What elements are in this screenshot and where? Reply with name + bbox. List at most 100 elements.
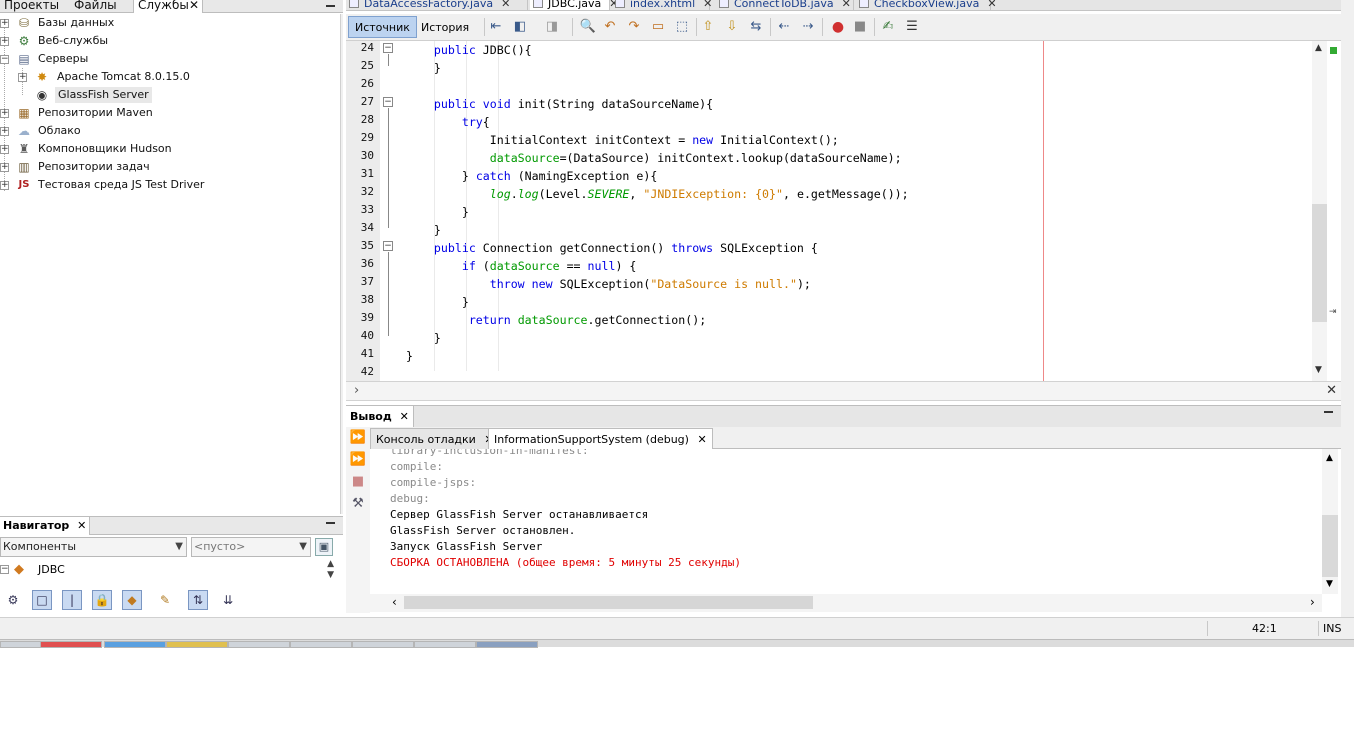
- editor-tab-selected[interactable]: JDBC.java ✕: [530, 0, 619, 10]
- close-icon[interactable]: ✕: [400, 410, 409, 423]
- settings-icon[interactable]: ⚒: [349, 495, 367, 513]
- tree-item-task-repos[interactable]: + ▥ Репозитории задач: [0, 158, 343, 176]
- fold-icon[interactable]: −: [383, 97, 393, 107]
- editor-tab[interactable]: CheckboxView.java ✕: [856, 0, 997, 10]
- find-selection-icon[interactable]: ▭: [648, 17, 668, 37]
- fold-icon[interactable]: −: [383, 241, 393, 251]
- expand-icon[interactable]: +: [0, 19, 9, 28]
- components-combo[interactable]: Компоненты ▼: [0, 537, 187, 557]
- tree-item-js-test-driver[interactable]: + JS Тестовая среда JS Test Driver: [0, 176, 343, 194]
- filter-icon[interactable]: ▣: [315, 538, 333, 556]
- output-console[interactable]: library-inclusion-in-manifest: compile: co…: [370, 449, 1322, 594]
- scroll-up-icon[interactable]: ▲: [1315, 43, 1322, 53]
- fold-icon[interactable]: −: [383, 43, 393, 53]
- minimize-icon[interactable]: [326, 5, 335, 7]
- sort-by-source-icon[interactable]: ⇊: [218, 590, 238, 610]
- previous-bookmark-icon[interactable]: ⇧: [698, 17, 718, 37]
- expand-icon[interactable]: +: [18, 73, 27, 82]
- tree-item-tomcat[interactable]: + ✸ Apache Tomcat 8.0.15.0: [0, 68, 343, 86]
- empty-combo[interactable]: <пусто> ▼: [191, 537, 311, 557]
- tab-information-support-system[interactable]: InformationSupportSystem (debug) ✕: [488, 428, 713, 449]
- console-scroll-thumb[interactable]: [1322, 515, 1338, 577]
- sort-by-name-icon[interactable]: ⇅: [188, 590, 208, 610]
- taskbar-item[interactable]: [352, 641, 414, 648]
- scroll-down-icon[interactable]: ▼: [1326, 579, 1333, 589]
- collapse-icon[interactable]: −: [0, 55, 9, 64]
- console-hscroll-thumb[interactable]: [404, 596, 813, 609]
- stop-macro-icon[interactable]: ■: [850, 17, 870, 37]
- toggle-highlight-icon[interactable]: ⬚: [672, 17, 692, 37]
- show-static-icon[interactable]: |: [62, 590, 82, 610]
- expand-icon[interactable]: +: [0, 163, 9, 172]
- comment-icon[interactable]: ✍: [878, 17, 898, 37]
- tab-debug-console[interactable]: Консоль отладки ✕: [370, 428, 500, 449]
- show-fields-icon[interactable]: □: [32, 590, 52, 610]
- tree-item-servers[interactable]: − ▤ Серверы: [0, 50, 343, 68]
- scroll-right-icon[interactable]: ›: [1310, 595, 1315, 609]
- editor-scroll-thumb[interactable]: [1312, 204, 1327, 322]
- scroll-down-icon[interactable]: ▼: [327, 570, 334, 580]
- editor-tab[interactable]: index.xhtml ✕: [612, 0, 712, 10]
- scroll-up-icon[interactable]: ▲: [1326, 453, 1333, 463]
- expand-icon[interactable]: +: [0, 109, 9, 118]
- toggle-bookmark-icon[interactable]: ⇆: [746, 17, 766, 37]
- editor-tab[interactable]: ConnectToDB.java ✕: [716, 0, 854, 10]
- shift-left-icon[interactable]: ⇠: [774, 17, 794, 37]
- expand-icon[interactable]: +: [0, 127, 9, 136]
- close-icon[interactable]: ✕: [842, 0, 851, 10]
- tree-item-cloud[interactable]: + ☁ Облако: [0, 122, 343, 140]
- scroll-up-icon[interactable]: ▲: [327, 559, 334, 569]
- scroll-left-icon[interactable]: ‹: [392, 595, 397, 609]
- taskbar-item[interactable]: [104, 641, 166, 648]
- taskbar-item[interactable]: [228, 641, 290, 648]
- show-non-public-icon[interactable]: 🔒: [92, 590, 112, 610]
- code-editor[interactable]: public JDBC(){ } public void init(String…: [402, 41, 1312, 381]
- close-icon[interactable]: ✕: [697, 433, 706, 446]
- find-previous-icon[interactable]: ↶: [600, 17, 620, 37]
- uncomment-icon[interactable]: ☰: [902, 17, 922, 37]
- expand-icon[interactable]: +: [0, 181, 9, 190]
- close-icon[interactable]: ✕: [987, 0, 996, 10]
- tab-files[interactable]: Файлы: [70, 0, 121, 13]
- tab-projects[interactable]: Проекты: [0, 0, 63, 13]
- taskbar-item[interactable]: [414, 641, 476, 648]
- close-icon[interactable]: ✕: [501, 0, 510, 10]
- taskbar-item[interactable]: [166, 641, 228, 648]
- navigator-root-item[interactable]: JDBC: [38, 563, 65, 576]
- find-icon[interactable]: 🔍: [578, 17, 598, 37]
- expand-icon[interactable]: +: [0, 145, 9, 154]
- tab-output[interactable]: Вывод ✕: [346, 406, 414, 427]
- tree-item-hudson[interactable]: + ♜ Компоновщики Hudson: [0, 140, 343, 158]
- forward-icon[interactable]: ◨: [542, 17, 562, 37]
- close-icon[interactable]: ✕: [703, 0, 712, 10]
- members-icon[interactable]: ⚙: [3, 590, 23, 610]
- close-icon[interactable]: ✕: [1326, 383, 1337, 398]
- close-icon[interactable]: ✕: [77, 519, 86, 532]
- tab-services[interactable]: Службы ✕: [133, 0, 203, 13]
- shift-right-icon[interactable]: ⇢: [798, 17, 818, 37]
- editor-tab[interactable]: DataAccessFactory.java ✕: [346, 0, 528, 10]
- source-view-button[interactable]: Источник: [348, 16, 417, 38]
- minimize-icon[interactable]: [1324, 411, 1333, 413]
- scroll-down-icon[interactable]: ▼: [1315, 365, 1322, 375]
- back-icon[interactable]: ◧: [510, 17, 530, 37]
- close-icon[interactable]: ✕: [189, 0, 199, 13]
- taskbar-item[interactable]: [290, 641, 352, 648]
- next-bookmark-icon[interactable]: ⇩: [722, 17, 742, 37]
- breadcrumb-arrow-icon[interactable]: ›: [354, 383, 359, 398]
- stop-icon[interactable]: ■: [349, 473, 367, 491]
- start-macro-icon[interactable]: ●: [828, 17, 848, 37]
- history-view-button[interactable]: История: [414, 16, 476, 38]
- find-next-icon[interactable]: ↷: [624, 17, 644, 37]
- tab-navigator[interactable]: Навигатор ✕: [0, 517, 91, 535]
- tree-item-maven[interactable]: + ▦ Репозитории Maven: [0, 104, 343, 122]
- fqn-icon[interactable]: ✎: [155, 590, 175, 610]
- taskbar-item[interactable]: [40, 641, 102, 648]
- tree-item-glassfish[interactable]: ◉ GlassFish Server: [0, 86, 343, 104]
- last-edit-icon[interactable]: ⇤: [486, 17, 506, 37]
- taskbar-item[interactable]: [476, 641, 538, 648]
- minimize-icon[interactable]: [326, 522, 335, 524]
- expand-icon[interactable]: +: [0, 37, 9, 46]
- show-inherited-icon[interactable]: ◆: [122, 590, 142, 610]
- rerun-icon[interactable]: ⏩: [349, 429, 367, 447]
